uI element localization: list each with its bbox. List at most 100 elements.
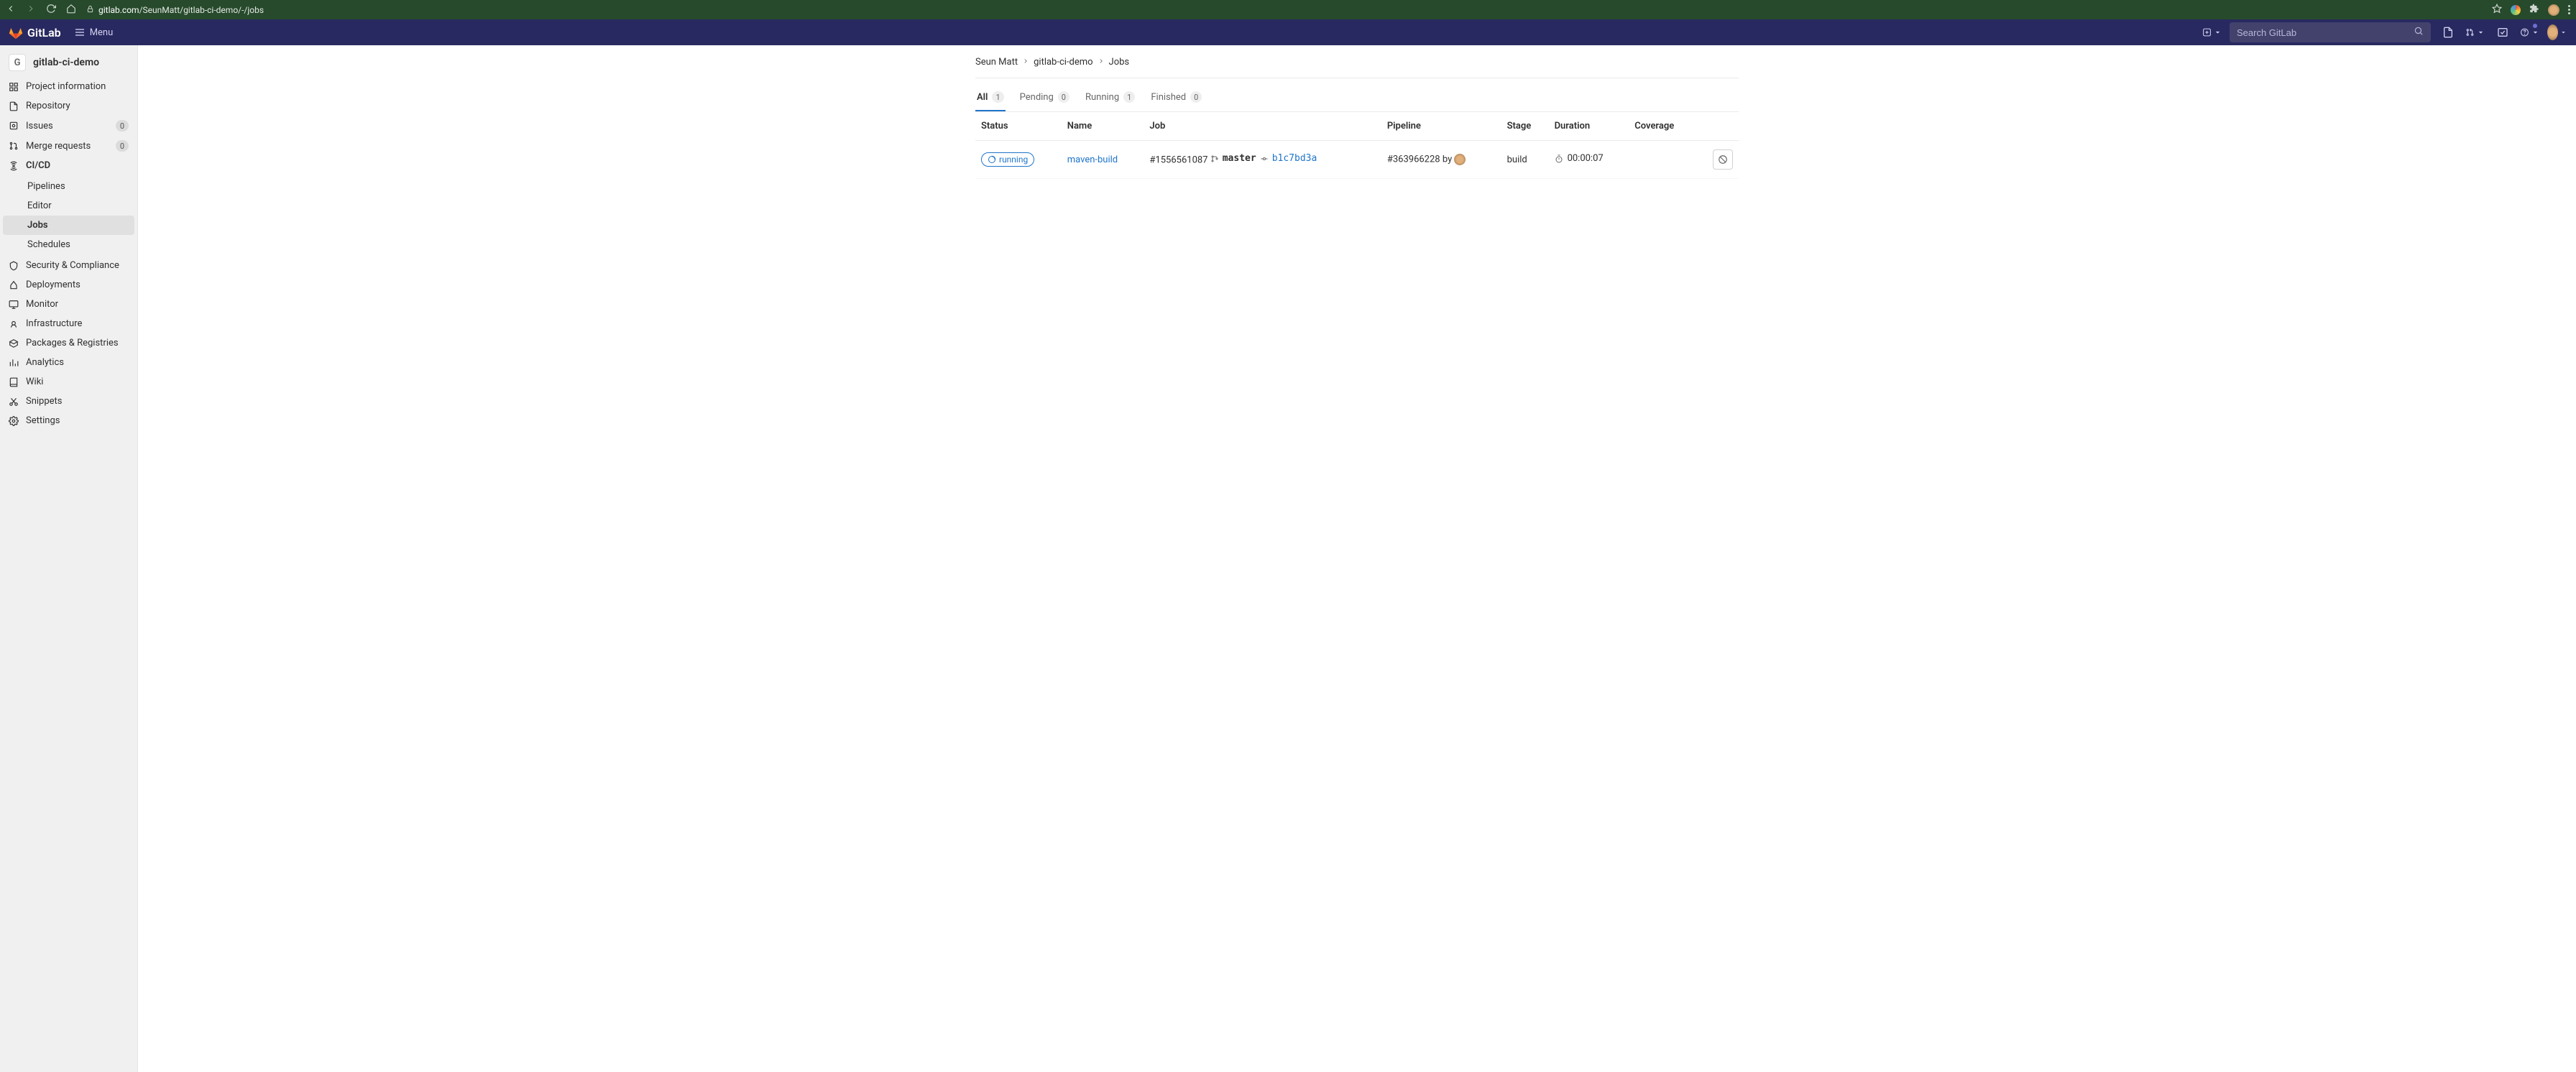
gitlab-brand-text: GitLab: [27, 26, 61, 40]
mr-count-badge: 0: [116, 140, 129, 152]
sidebar-item-packages[interactable]: Packages & Registries: [0, 333, 137, 353]
menu-button[interactable]: Menu: [74, 27, 114, 38]
sidebar-item-label: Project information: [26, 81, 106, 92]
sidebar-item-analytics[interactable]: Analytics: [0, 353, 137, 372]
bookmark-star-icon[interactable]: [2492, 4, 2502, 17]
sidebar-item-label: Issues: [26, 121, 53, 131]
breadcrumb-current: Jobs: [1109, 57, 1130, 68]
sidebar-item-pipelines[interactable]: Pipelines: [3, 177, 134, 196]
breadcrumb: Seun Matt gitlab-ci-demo Jobs: [975, 57, 1739, 68]
sidebar-item-label: Monitor: [26, 299, 58, 310]
project-name: gitlab-ci-demo: [33, 57, 99, 68]
chevron-right-icon: [1022, 57, 1029, 68]
sidebar-item-label: Wiki: [26, 376, 43, 387]
pipeline-author-avatar[interactable]: [1454, 154, 1466, 165]
help-icon[interactable]: [2520, 22, 2540, 42]
search-input[interactable]: [2237, 27, 2408, 38]
running-icon: [988, 155, 996, 164]
sidebar-project-header[interactable]: G gitlab-ci-demo: [0, 48, 137, 77]
gitlab-logo[interactable]: GitLab: [9, 25, 61, 40]
sidebar-item-label: Deployments: [26, 279, 80, 290]
browser-back-icon[interactable]: [6, 4, 16, 17]
breadcrumb-owner[interactable]: Seun Matt: [975, 57, 1018, 68]
chevron-right-icon: [1098, 57, 1105, 68]
sidebar-item-schedules[interactable]: Schedules: [3, 235, 134, 254]
pipeline-id-link[interactable]: #363966228: [1387, 154, 1440, 165]
tab-running[interactable]: Running 1: [1084, 84, 1136, 111]
menu-label: Menu: [90, 27, 114, 38]
extensions-icon[interactable]: [2529, 4, 2539, 17]
sidebar-item-label: Pipelines: [27, 181, 65, 192]
browser-menu-icon[interactable]: [2568, 5, 2570, 14]
col-coverage: Coverage: [1629, 112, 1696, 141]
project-avatar: G: [9, 54, 26, 71]
tab-pending[interactable]: Pending 0: [1018, 84, 1071, 111]
sidebar-item-project-information[interactable]: Project information: [0, 77, 137, 96]
project-sidebar: G gitlab-ci-demo Project information Rep…: [0, 45, 138, 1072]
sidebar-item-label: Snippets: [26, 396, 63, 407]
sidebar-item-security[interactable]: Security & Compliance: [0, 256, 137, 275]
browser-home-icon[interactable]: [66, 4, 76, 17]
tab-count: 1: [992, 91, 1003, 103]
status-badge[interactable]: running: [981, 152, 1034, 167]
issues-shortcut-icon[interactable]: [2438, 22, 2458, 42]
sidebar-item-infrastructure[interactable]: Infrastructure: [0, 314, 137, 333]
sidebar-item-label: Repository: [26, 101, 70, 111]
sidebar-item-label: Analytics: [26, 357, 64, 368]
extension-colorful-icon[interactable]: [2511, 5, 2521, 15]
tab-finished[interactable]: Finished 0: [1149, 84, 1203, 111]
tab-label: Running: [1085, 92, 1119, 103]
browser-profile-avatar[interactable]: [2548, 4, 2559, 16]
breadcrumb-project[interactable]: gitlab-ci-demo: [1034, 57, 1092, 68]
sidebar-item-settings[interactable]: Settings: [0, 411, 137, 430]
sidebar-item-snippets[interactable]: Snippets: [0, 392, 137, 411]
todos-icon[interactable]: [2493, 22, 2513, 42]
merge-requests-shortcut-icon[interactable]: [2465, 22, 2485, 42]
browser-reload-icon[interactable]: [46, 4, 56, 17]
sidebar-item-issues[interactable]: Issues 0: [0, 116, 137, 136]
tab-label: Pending: [1020, 92, 1054, 103]
cancel-job-button[interactable]: [1713, 149, 1733, 170]
stopwatch-icon: [1555, 154, 1563, 163]
job-name-link[interactable]: maven-build: [1067, 154, 1118, 165]
tab-label: All: [977, 92, 988, 103]
sidebar-item-merge-requests[interactable]: Merge requests 0: [0, 136, 137, 156]
sidebar-item-deployments[interactable]: Deployments: [0, 275, 137, 295]
tab-count: 0: [1058, 91, 1070, 103]
col-status: Status: [975, 112, 1062, 141]
sidebar-item-label: Settings: [26, 415, 60, 426]
page-main: Seun Matt gitlab-ci-demo Jobs All 1 Pend…: [138, 45, 2576, 1072]
commit-sha-link[interactable]: b1c7bd3a: [1272, 153, 1317, 164]
status-text: running: [999, 154, 1028, 165]
sidebar-item-wiki[interactable]: Wiki: [0, 372, 137, 392]
tab-count: 1: [1123, 91, 1135, 103]
browser-forward-icon[interactable]: [26, 4, 36, 17]
search-box[interactable]: [2230, 22, 2431, 42]
commit-icon: [1260, 154, 1269, 163]
branch-name: master: [1223, 153, 1256, 164]
tab-count: 0: [1190, 91, 1202, 103]
lock-icon: [86, 4, 94, 16]
pipeline-by-text: by: [1443, 154, 1452, 165]
sidebar-item-monitor[interactable]: Monitor: [0, 295, 137, 314]
sidebar-item-label: Jobs: [27, 220, 48, 231]
sidebar-item-jobs[interactable]: Jobs: [3, 216, 134, 235]
tab-label: Finished: [1151, 92, 1186, 103]
sidebar-item-repository[interactable]: Repository: [0, 96, 137, 116]
sidebar-item-label: Security & Compliance: [26, 260, 119, 271]
sidebar-item-cicd[interactable]: CI/CD: [0, 156, 137, 175]
jobs-table: Status Name Job Pipeline Stage Duration …: [975, 112, 1739, 179]
stage-text: build: [1507, 154, 1527, 165]
sidebar-item-label: CI/CD: [26, 160, 50, 171]
sidebar-item-editor[interactable]: Editor: [3, 196, 134, 216]
col-stage: Stage: [1501, 112, 1549, 141]
col-job: Job: [1144, 112, 1381, 141]
tab-all[interactable]: All 1: [975, 84, 1006, 111]
table-row: running maven-build #1556561087 master b…: [975, 141, 1739, 179]
sidebar-item-label: Editor: [27, 200, 52, 211]
user-menu[interactable]: [2547, 22, 2567, 42]
col-pipeline: Pipeline: [1381, 112, 1501, 141]
browser-url-bar[interactable]: gitlab.com/SeunMatt/gitlab-ci-demo/-/job…: [86, 4, 2482, 16]
gitlab-header: GitLab Menu: [0, 19, 2576, 45]
create-new-button[interactable]: [2202, 22, 2222, 42]
